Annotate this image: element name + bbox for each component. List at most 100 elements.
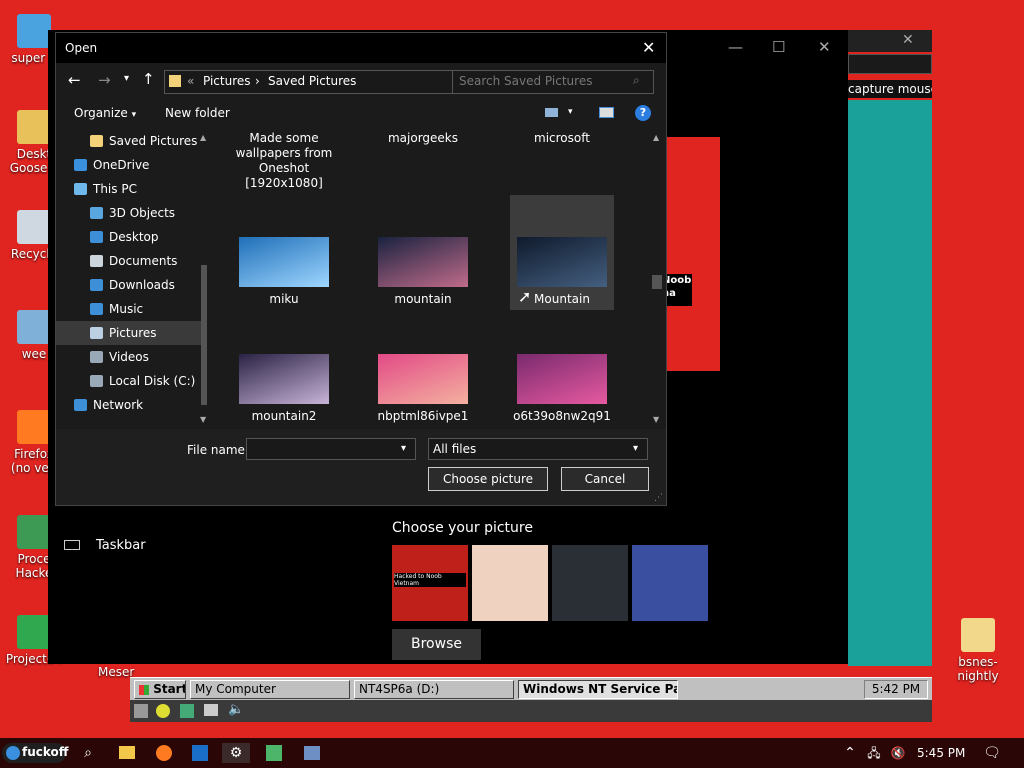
organize-button[interactable]: Organize ▾ — [74, 106, 136, 120]
chevron-down-icon[interactable]: ▾ — [633, 439, 638, 459]
file-label: mountain — [394, 292, 452, 306]
file-scrollbar[interactable]: ▲ ▼ — [652, 133, 662, 429]
network-quicklaunch-icon[interactable] — [180, 704, 194, 718]
nav-item-3d-objects[interactable]: 3D Objects — [56, 201, 206, 225]
nav-item-documents[interactable]: Documents — [56, 249, 206, 273]
volume-icon[interactable]: 🔈 — [228, 702, 244, 717]
capture-mouse-label[interactable]: capture mouse — [848, 80, 932, 98]
desktop-quicklaunch-icon[interactable] — [134, 704, 148, 718]
scroll-up-icon[interactable]: ▲ — [200, 133, 206, 142]
nav-item-desktop[interactable]: Desktop — [56, 225, 206, 249]
win98-task-button[interactable]: My Computer — [190, 680, 350, 699]
win98-task-button[interactable]: NT4SP6a (D:) — [354, 680, 514, 699]
app-icon[interactable] — [264, 743, 284, 763]
nav-item-this-pc[interactable]: This PC — [56, 177, 206, 201]
folder-icon — [961, 618, 995, 652]
new-folder-button[interactable]: New folder — [165, 106, 230, 120]
vm-titlebar — [848, 30, 932, 52]
preview-pane-icon[interactable] — [599, 107, 614, 118]
recent-dropdown-icon[interactable]: ▾ — [124, 73, 129, 84]
background-thumb-hacked-image[interactable]: Hacked to Noob Vietnam — [392, 545, 468, 621]
win98-task-label: NT4SP6a (D:) — [359, 682, 440, 696]
dialog-title: Open — [65, 41, 98, 55]
nav-item-videos[interactable]: Videos — [56, 345, 206, 369]
desktop-icon-bsnes-nightly[interactable]: bsnes-nightly — [940, 618, 1016, 683]
nav-item-music[interactable]: Music — [56, 297, 206, 321]
folder-icon — [90, 135, 103, 147]
settings-icon[interactable]: ⚙ — [222, 743, 250, 763]
file-item[interactable]: mountain2 — [232, 354, 336, 423]
image-thumbnail — [517, 354, 607, 404]
disk-icon — [90, 375, 103, 387]
win98-quicklaunch: 🔈 — [130, 700, 932, 722]
search-icon[interactable]: ⌕ — [78, 743, 98, 763]
background-thumb-text-screenshot[interactable] — [552, 545, 628, 621]
vm-close-icon[interactable]: ✕ — [902, 32, 914, 48]
nav-item-pictures[interactable]: Pictures — [56, 321, 206, 345]
vm-icon[interactable] — [302, 743, 322, 763]
folder-item[interactable]: microsoft — [510, 131, 614, 146]
file-explorer-icon[interactable] — [117, 743, 137, 763]
windows-logo-icon — [139, 684, 149, 695]
browse-button[interactable]: Browse — [392, 629, 481, 660]
cancel-button[interactable]: Cancel — [561, 467, 649, 491]
volume-muted-icon[interactable]: 🔇 — [888, 743, 908, 763]
close-icon[interactable]: ✕ — [642, 38, 655, 57]
forward-icon[interactable]: → — [98, 71, 111, 89]
choose-picture-button[interactable]: Choose picture — [428, 467, 548, 491]
minimize-icon[interactable]: — — [728, 38, 743, 56]
chevron-down-icon[interactable]: ▾ — [568, 107, 573, 117]
file-item[interactable]: mountain — [371, 237, 475, 306]
file-item[interactable]: nbptml86ivpe1 — [371, 354, 475, 423]
file-item[interactable]: miku — [232, 237, 336, 306]
taskbar-nav-item[interactable]: Taskbar — [96, 538, 146, 553]
nav-item-saved-pictures[interactable]: Saved Pictures — [56, 129, 206, 153]
folder-item[interactable]: majorgeeks — [371, 131, 475, 146]
breadcrumb-prefix: « — [187, 74, 195, 88]
file-item[interactable]: o6t39o8nw2q91 — [510, 354, 614, 423]
search-input[interactable]: Search Saved Pictures ⌕ — [452, 70, 654, 94]
win98-start-button[interactable]: Start — [134, 680, 186, 699]
view-icon[interactable] — [545, 108, 558, 117]
scroll-down-icon[interactable]: ▼ — [653, 415, 659, 424]
maximize-icon[interactable]: ☐ — [772, 38, 785, 56]
nav-item-downloads[interactable]: Downloads — [56, 273, 206, 297]
vm-toolbar — [848, 54, 932, 74]
chevron-up-icon[interactable]: ⌃ — [840, 743, 860, 763]
file-type-select[interactable]: All files ▾ — [428, 438, 648, 460]
background-thumb-white-character[interactable] — [712, 545, 788, 621]
back-icon[interactable]: ← — [68, 71, 81, 89]
meser-label[interactable]: Meser — [98, 665, 134, 679]
chrome-quicklaunch-icon[interactable] — [156, 704, 170, 718]
scroll-thumb[interactable] — [652, 275, 662, 289]
close-icon[interactable]: ✕ — [818, 38, 831, 56]
scroll-up-icon[interactable]: ▲ — [653, 133, 659, 142]
up-icon[interactable]: ↑ — [142, 70, 155, 88]
background-thumb-collage[interactable] — [632, 545, 708, 621]
win98-task-button[interactable]: Windows NT Service Pa... — [518, 680, 678, 699]
taskbar-clock[interactable]: 5:45 PM — [917, 746, 965, 760]
nav-item-onedrive[interactable]: OneDrive — [56, 153, 206, 177]
app-icon — [17, 110, 51, 144]
background-thumb-claymation-figure[interactable] — [472, 545, 548, 621]
network-icon[interactable]: 🖧 — [864, 743, 884, 763]
nav-scrollbar[interactable]: ▲ ▼ — [199, 133, 209, 429]
action-center-icon[interactable]: 🗨 — [982, 743, 1002, 763]
firefox-icon[interactable] — [154, 743, 174, 763]
file-name-input[interactable]: ▾ — [246, 438, 416, 460]
breadcrumb-saved-pictures[interactable]: Saved Pictures — [268, 74, 356, 88]
scroll-down-icon[interactable]: ▼ — [200, 415, 206, 424]
help-icon[interactable]: ? — [635, 105, 651, 121]
chevron-down-icon[interactable]: ▾ — [401, 439, 406, 459]
folder-icon — [169, 75, 181, 87]
resize-grip-icon[interactable]: ⋰ — [654, 493, 663, 503]
nav-item-local-disk-c-[interactable]: Local Disk (C:) — [56, 369, 206, 393]
folder-item[interactable]: Made some wallpapers from Oneshot [1920x… — [232, 131, 336, 191]
outlook-icon[interactable] — [190, 743, 210, 763]
nav-item-network[interactable]: Network — [56, 393, 206, 417]
breadcrumb-pictures[interactable]: Pictures — [203, 74, 251, 88]
scroll-thumb[interactable] — [201, 265, 207, 405]
address-bar[interactable]: « Pictures › Saved Pictures ▾ ↻ — [164, 70, 499, 94]
monitor-quicklaunch-icon[interactable] — [204, 704, 218, 716]
start-button[interactable]: fuckoff — [2, 743, 69, 763]
